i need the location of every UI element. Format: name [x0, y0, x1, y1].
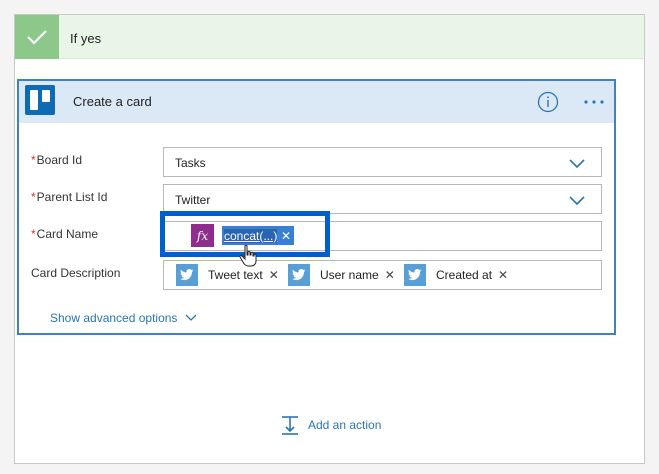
condition-label: If yes — [70, 31, 102, 46]
hand-cursor-icon — [238, 244, 258, 268]
twitter-icon — [288, 264, 310, 286]
card-description-input[interactable]: Tweet text ✕ User name ✕ Created at ✕ — [163, 260, 602, 290]
parent-list-id-dropdown[interactable]: Twitter — [163, 184, 602, 214]
required-asterisk: * — [31, 153, 36, 167]
condition-header[interactable]: If yes — [15, 15, 644, 59]
twitter-icon — [176, 264, 198, 286]
card-name-label-text: Card Name — [36, 227, 99, 241]
add-action-label: Add an action — [308, 418, 382, 432]
dynamic-token-user-name[interactable]: User name ✕ — [288, 264, 395, 286]
remove-expression-icon[interactable]: ✕ — [278, 226, 294, 245]
card-name-label: *Card Name — [31, 227, 98, 241]
trello-icon — [25, 85, 55, 115]
dynamic-token-created-at[interactable]: Created at ✕ — [404, 264, 508, 286]
function-icon-label: fx — [196, 228, 209, 243]
add-action-icon — [282, 416, 298, 435]
remove-token-icon[interactable]: ✕ — [385, 268, 395, 282]
parent-list-id-value: Twitter — [175, 193, 211, 207]
card-description-label: Card Description — [31, 266, 120, 280]
remove-token-icon[interactable]: ✕ — [498, 268, 508, 282]
required-asterisk: * — [31, 227, 36, 241]
chevron-down-icon[interactable] — [569, 194, 585, 206]
parent-list-id-label-text: Parent List Id — [36, 190, 108, 204]
card-description-label-text: Card Description — [31, 266, 121, 280]
show-advanced-options-link[interactable]: Show advanced options — [50, 311, 197, 325]
show-advanced-options-label: Show advanced options — [50, 311, 178, 325]
action-header[interactable]: Create a card — [19, 81, 614, 123]
token-label: Created at — [436, 268, 493, 282]
more-options-icon[interactable] — [581, 91, 607, 113]
dynamic-token-tweet-text[interactable]: Tweet text ✕ — [176, 264, 279, 286]
parent-list-id-label: *Parent List Id — [31, 190, 107, 204]
create-card-action: Create a card *Board Id Tasks *Parent Li… — [17, 79, 616, 335]
token-label: User name — [320, 268, 379, 282]
remove-token-icon[interactable]: ✕ — [269, 268, 279, 282]
expression-token-label: concat(...) — [224, 228, 278, 243]
board-id-label-text: Board Id — [36, 153, 83, 167]
function-icon: fx — [191, 224, 214, 247]
board-id-dropdown[interactable]: Tasks — [163, 147, 602, 177]
expression-token[interactable]: concat(...) — [222, 226, 280, 245]
action-title: Create a card — [73, 94, 152, 109]
chevron-down-icon[interactable] — [569, 157, 585, 169]
info-icon[interactable] — [537, 91, 559, 113]
token-label: Tweet text — [208, 268, 263, 282]
board-id-value: Tasks — [175, 156, 206, 170]
chevron-down-icon — [185, 314, 197, 321]
checkmark-icon — [15, 15, 59, 59]
board-id-label: *Board Id — [31, 153, 82, 167]
twitter-icon — [404, 264, 426, 286]
add-action-button[interactable]: Add an action — [280, 415, 381, 435]
required-asterisk: * — [31, 190, 36, 204]
